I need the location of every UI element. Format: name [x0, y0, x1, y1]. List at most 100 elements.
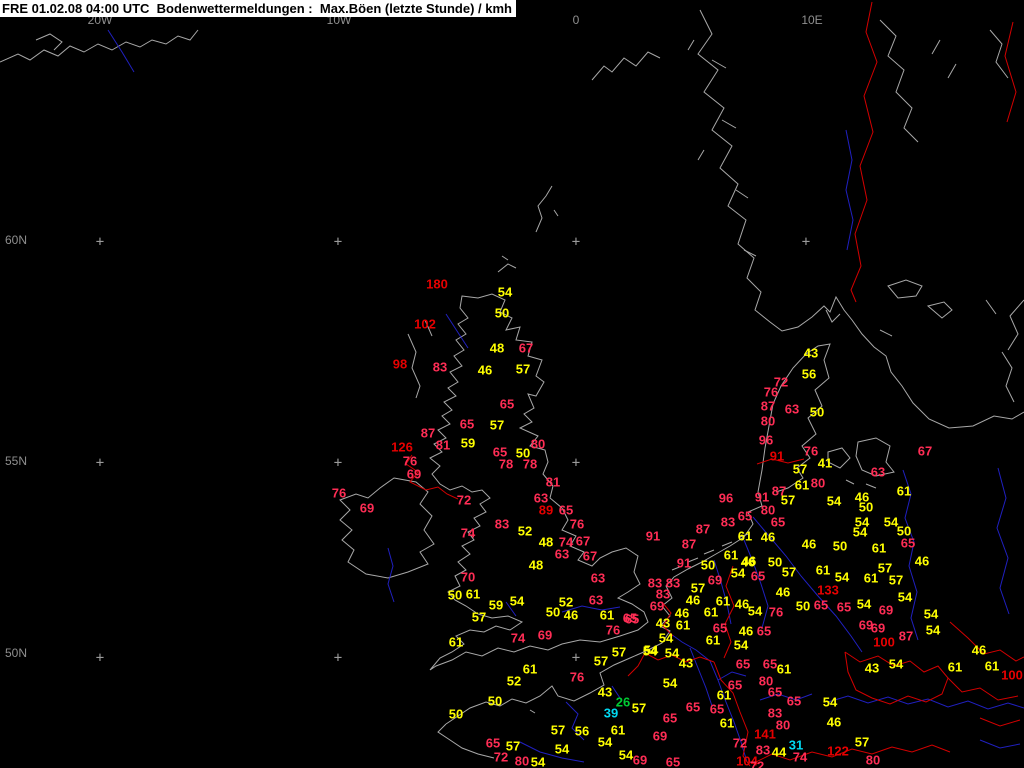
- station-gust-value: 61: [675, 617, 691, 633]
- station-gust-value: 61: [703, 604, 719, 620]
- station-gust-value: 43: [864, 660, 880, 676]
- station-gust-value: 65: [836, 599, 852, 615]
- grid-cross: +: [571, 455, 581, 471]
- station-gust-value: 52: [517, 523, 533, 539]
- station-gust-value: 83: [432, 359, 448, 375]
- station-gust-value: 65: [756, 623, 772, 639]
- station-gust-value: 54: [554, 741, 570, 757]
- station-gust-value: 69: [870, 620, 886, 636]
- station-gust-value: 46: [801, 536, 817, 552]
- station-gust-value: 61: [448, 634, 464, 650]
- station-gust-value: 57: [471, 609, 487, 625]
- station-gust-value: 83: [720, 514, 736, 530]
- station-gust-value: 39: [603, 705, 619, 721]
- station-gust-value: 96: [758, 432, 774, 448]
- station-gust-value: 98: [392, 356, 408, 372]
- station-gust-value: 61: [863, 570, 879, 586]
- station-gust-value: 61: [723, 547, 739, 563]
- station-gust-value: 50: [447, 587, 463, 603]
- station-gust-value: 65: [786, 693, 802, 709]
- station-gust-value: 61: [465, 586, 481, 602]
- station-gust-value: 91: [676, 555, 692, 571]
- station-gust-value: 69: [359, 500, 375, 516]
- station-gust-value: 43: [597, 684, 613, 700]
- lon-label: 0: [572, 13, 580, 27]
- station-gust-value: 54: [923, 606, 939, 622]
- station-gust-value: 87: [771, 483, 787, 499]
- station-gust-value: 61: [794, 477, 810, 493]
- station-gust-value: 133: [817, 582, 839, 598]
- station-gust-value: 180: [426, 276, 448, 292]
- station-gust-value: 67: [582, 548, 598, 564]
- station-gust-value: 50: [545, 604, 561, 620]
- grid-cross: +: [571, 234, 581, 250]
- station-gust-value: 57: [550, 722, 566, 738]
- station-gust-value: 61: [737, 528, 753, 544]
- station-gust-value: 80: [865, 752, 881, 768]
- station-gust-value: 57: [888, 572, 904, 588]
- station-gust-value: 72: [749, 758, 765, 768]
- station-gust-value: 76: [331, 485, 347, 501]
- station-gust-value: 57: [611, 644, 627, 660]
- station-gust-value: 43: [655, 615, 671, 631]
- station-gust-value: 69: [632, 752, 648, 768]
- station-gust-value: 57: [781, 564, 797, 580]
- grid-cross: +: [95, 455, 105, 471]
- station-gust-value: 65: [685, 699, 701, 715]
- station-gust-value: 100: [1001, 667, 1023, 683]
- station-gust-value: 50: [494, 305, 510, 321]
- station-gust-value: 65: [558, 502, 574, 518]
- station-gust-value: 54: [662, 675, 678, 691]
- station-gust-value: 67: [575, 533, 591, 549]
- map-title: FRE 01.02.08 04:00 UTC Bodenwettermeldun…: [0, 0, 516, 17]
- station-gust-value: 67: [518, 340, 534, 356]
- lat-label: 60N: [4, 233, 28, 247]
- station-gust-value: 54: [530, 754, 546, 768]
- station-gust-value: 122: [827, 743, 849, 759]
- station-gust-value: 69: [652, 728, 668, 744]
- grid-cross: +: [333, 455, 343, 471]
- station-gust-value: 54: [733, 637, 749, 653]
- station-gust-value: 54: [897, 589, 913, 605]
- station-gust-value: 78: [498, 456, 514, 472]
- station-gust-value: 63: [588, 592, 604, 608]
- station-gust-value: 65: [737, 508, 753, 524]
- station-gust-value: 70: [460, 569, 476, 585]
- station-gust-value: 65: [709, 701, 725, 717]
- station-gust-value: 76: [763, 384, 779, 400]
- station-gust-value: 57: [631, 700, 647, 716]
- station-gust-value: 65: [767, 684, 783, 700]
- station-gust-value: 54: [822, 694, 838, 710]
- station-gust-value: 46: [775, 584, 791, 600]
- station-gust-value: 65: [662, 710, 678, 726]
- station-gust-value: 76: [768, 604, 784, 620]
- station-gust-value: 54: [730, 565, 746, 581]
- station-gust-value: 65: [665, 754, 681, 768]
- station-gust-value: 50: [700, 557, 716, 573]
- station-gust-value: 50: [809, 404, 825, 420]
- river-layer: [107, 29, 1024, 763]
- station-gust-value: 65: [735, 656, 751, 672]
- station-gust-value: 72: [456, 492, 472, 508]
- station-gust-value: 46: [738, 623, 754, 639]
- lon-label: 10E: [801, 13, 823, 27]
- station-gust-value: 54: [509, 593, 525, 609]
- station-gust-value: 80: [775, 717, 791, 733]
- station-gust-value: 61: [776, 661, 792, 677]
- station-gust-value: 87: [420, 425, 436, 441]
- station-gust-value: 87: [898, 628, 914, 644]
- station-gust-value: 54: [597, 734, 613, 750]
- station-gust-value: 78: [522, 456, 538, 472]
- station-gust-value: 81: [435, 437, 451, 453]
- station-gust-value: 54: [888, 656, 904, 672]
- station-gust-value: 63: [784, 401, 800, 417]
- station-gust-value: 54: [856, 596, 872, 612]
- station-gust-value: 61: [719, 715, 735, 731]
- station-gust-value: 61: [896, 483, 912, 499]
- station-gust-value: 50: [832, 538, 848, 554]
- station-gust-value: 74: [460, 525, 476, 541]
- station-gust-value: 61: [815, 562, 831, 578]
- station-gust-value: 59: [460, 435, 476, 451]
- border-layer: [405, 1, 1024, 767]
- station-gust-value: 57: [854, 734, 870, 750]
